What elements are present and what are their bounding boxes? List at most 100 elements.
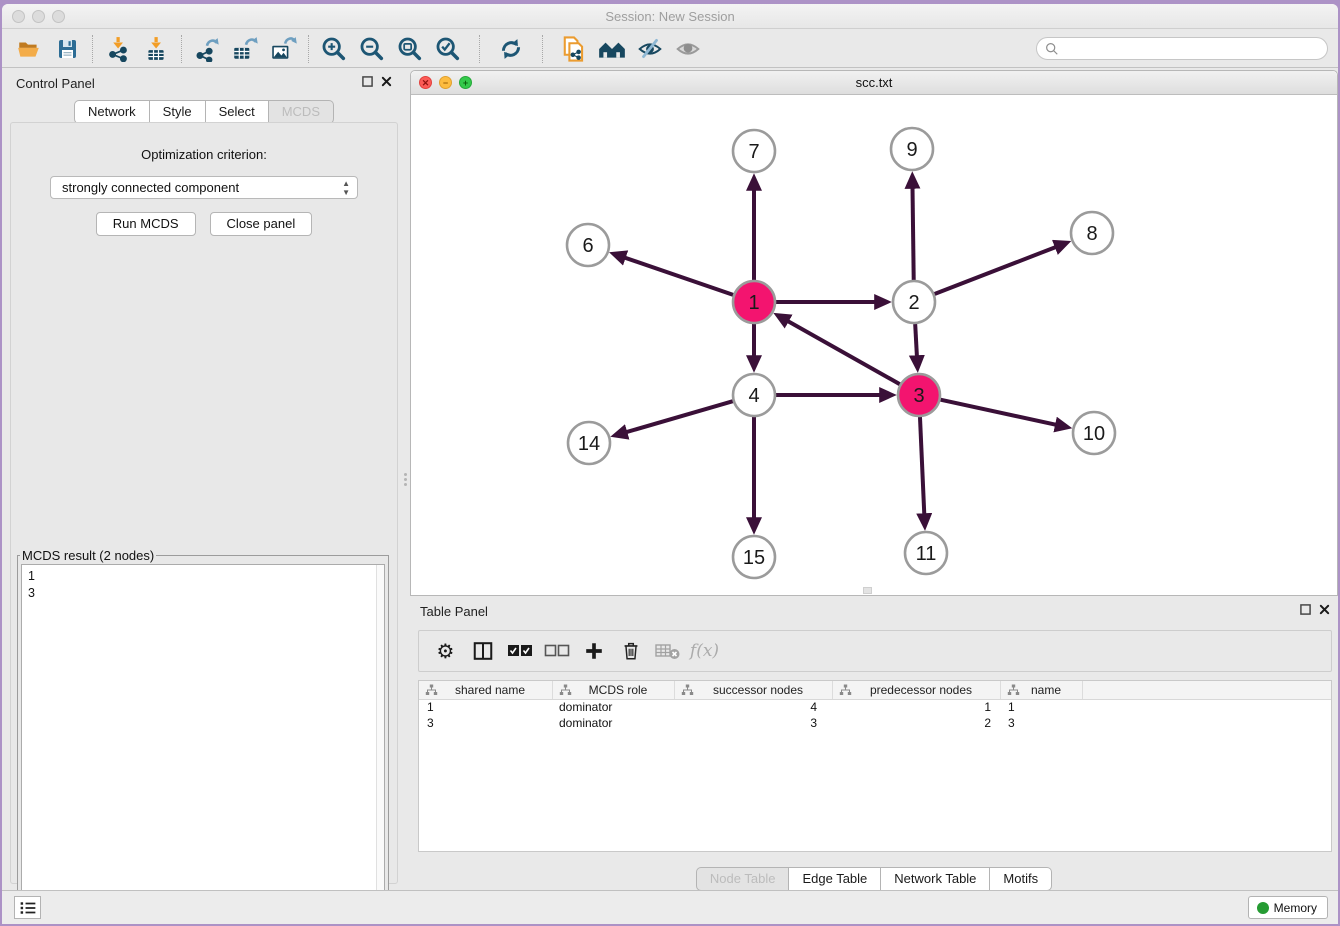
fx-icon: f(x) (690, 641, 719, 661)
duplicate-network-button[interactable] (555, 33, 593, 65)
task-history-button[interactable] (14, 896, 41, 919)
first-neighbors-button[interactable] (593, 33, 631, 65)
two-houses-icon (597, 36, 627, 62)
memory-button[interactable]: Memory (1248, 896, 1328, 919)
table-tab-motifs[interactable]: Motifs (990, 867, 1052, 891)
result-scrollbar[interactable] (376, 565, 384, 918)
float-panel-icon[interactable] (362, 76, 373, 87)
refresh-icon (497, 35, 525, 63)
add-column-button[interactable] (575, 636, 612, 666)
table-body: 1dominator4113dominator323 (419, 700, 1331, 732)
column-header-predecessor-nodes[interactable]: predecessor nodes (833, 681, 1001, 699)
column-header-name[interactable]: name (1001, 681, 1083, 699)
graph-node-label: 11 (916, 543, 937, 565)
graph-node-label: 6 (582, 235, 593, 257)
split-columns-icon (472, 640, 494, 662)
unchecked-boxes-icon (544, 644, 570, 658)
zoom-fit-button[interactable] (391, 33, 429, 65)
tab-mcds[interactable]: MCDS (269, 100, 334, 124)
vertical-splitter[interactable] (402, 70, 410, 886)
zoom-fit-icon (396, 35, 424, 63)
column-header-filler (1083, 681, 1331, 699)
close-panel-icon[interactable] (381, 76, 392, 87)
mcds-result-box[interactable]: 1 3 (21, 564, 385, 919)
table-cell: 4 (675, 700, 833, 716)
function-builder-button[interactable]: f(x) (686, 636, 723, 666)
save-session-button[interactable] (48, 33, 86, 65)
graph-node-label: 8 (1086, 223, 1097, 245)
main-toolbar (2, 30, 1338, 68)
close-table-panel-icon[interactable] (1319, 604, 1330, 615)
import-table-button[interactable] (137, 33, 175, 65)
import-network-button[interactable] (99, 33, 137, 65)
node-table[interactable]: shared nameMCDS rolesuccessor nodesprede… (418, 680, 1332, 852)
mcds-tab-panel: Optimization criterion: strongly connect… (10, 122, 398, 884)
graph-edge-4-14[interactable] (619, 401, 733, 434)
column-header-MCDS-role[interactable]: MCDS role (553, 681, 675, 699)
show-all-columns-button[interactable] (501, 636, 538, 666)
gear-icon: ⚙ (437, 639, 455, 663)
zoom-selected-button[interactable] (429, 33, 467, 65)
table-tab-network-table[interactable]: Network Table (881, 867, 990, 891)
network-window-titlebar[interactable]: ✕ − + scc.txt (411, 71, 1337, 95)
table-panel: Table Panel ⚙ (410, 600, 1338, 894)
run-mcds-button[interactable]: Run MCDS (96, 212, 196, 236)
table-cell: dominator (553, 716, 675, 732)
network-canvas[interactable]: 7968124314101511 (412, 95, 1338, 595)
graph-edge-3-11[interactable] (920, 417, 925, 522)
trash-icon (620, 640, 642, 662)
search-input[interactable] (1063, 39, 1327, 58)
table-tab-node-table[interactable]: Node Table (696, 867, 790, 891)
criterion-select[interactable]: strongly connected component ▲▼ (50, 176, 358, 199)
table-cell: 2 (833, 716, 1001, 732)
graph-edge-2-8[interactable] (935, 244, 1064, 294)
search-box[interactable] (1036, 37, 1328, 60)
graph-edge-3-1[interactable] (781, 317, 900, 384)
table-row[interactable]: 1dominator411 (419, 700, 1331, 716)
control-panel-title: Control Panel (16, 76, 95, 91)
network-view-window: ✕ − + scc.txt 7968124314101511 (410, 70, 1338, 596)
export-network-button[interactable] (188, 33, 226, 65)
graph-edge-2-3[interactable] (915, 324, 917, 364)
graph-node-label: 2 (908, 292, 919, 314)
graph-edge-1-6[interactable] (617, 255, 733, 295)
window-title: Session: New Session (2, 9, 1338, 24)
eye-icon (674, 36, 702, 62)
column-header-shared-name[interactable]: shared name (419, 681, 553, 699)
table-settings-button[interactable]: ⚙ (427, 636, 464, 666)
plus-icon (583, 640, 605, 662)
zoom-in-button[interactable] (315, 33, 353, 65)
application-window: Session: New Session (2, 4, 1338, 924)
export-image-icon (269, 36, 297, 62)
tab-style[interactable]: Style (150, 100, 206, 124)
search-icon (1045, 42, 1059, 56)
delete-table-button[interactable] (649, 636, 686, 666)
open-session-button[interactable] (10, 33, 48, 65)
show-all-button[interactable] (669, 33, 707, 65)
tab-select[interactable]: Select (206, 100, 269, 124)
split-view-button[interactable] (464, 636, 501, 666)
zoom-out-button[interactable] (353, 33, 391, 65)
export-image-button[interactable] (264, 33, 302, 65)
close-panel-button[interactable]: Close panel (210, 212, 313, 236)
float-table-panel-icon[interactable] (1300, 604, 1311, 615)
network-view-title: scc.txt (411, 75, 1337, 90)
tab-network[interactable]: Network (74, 100, 150, 124)
horizontal-splitter-handle[interactable] (863, 587, 872, 594)
table-cell: dominator (553, 700, 675, 716)
duplicate-network-icon (560, 34, 588, 64)
open-folder-icon (16, 36, 42, 62)
table-toolbar: ⚙ (418, 630, 1332, 672)
table-cell: 1 (833, 700, 1001, 716)
hide-selected-button[interactable] (631, 33, 669, 65)
table-tab-edge-table[interactable]: Edge Table (789, 867, 881, 891)
graph-edge-2-9[interactable] (912, 180, 913, 280)
column-header-successor-nodes[interactable]: successor nodes (675, 681, 833, 699)
table-cell: 3 (419, 716, 553, 732)
table-row[interactable]: 3dominator323 (419, 716, 1331, 732)
hide-all-columns-button[interactable] (538, 636, 575, 666)
delete-column-button[interactable] (612, 636, 649, 666)
graph-edge-3-10[interactable] (940, 400, 1063, 427)
refresh-button[interactable] (492, 33, 530, 65)
export-table-button[interactable] (226, 33, 264, 65)
